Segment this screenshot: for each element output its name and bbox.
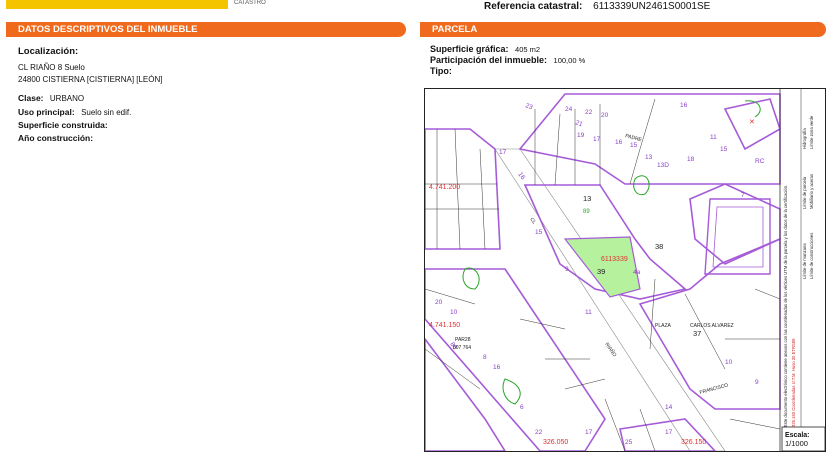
- coord-note: 326.150 Coordenadas U.T.M. Huso 30 ETRS8…: [791, 338, 796, 427]
- paraje-value: 007 764: [453, 345, 471, 351]
- street-riano: RIAÑO: [603, 341, 618, 358]
- svg-text:16: 16: [615, 139, 623, 146]
- parcela-panel: Superficie gráfica: 405 m2 Participación…: [430, 44, 820, 77]
- coord-y2: 4.741.150: [429, 322, 460, 329]
- map-svg: 23 24 22 20 21 19 17 16 15 13 13D 18 16 …: [425, 89, 825, 451]
- svg-text:11: 11: [585, 309, 592, 316]
- svg-text:15: 15: [630, 142, 638, 149]
- scale-label: Escala:: [785, 432, 810, 439]
- svg-text:19: 19: [577, 132, 585, 139]
- datos-descriptivos-panel: Localización: CL RIAÑO 8 Suelo 24800 CIS…: [18, 46, 408, 144]
- svg-text:17: 17: [665, 429, 673, 436]
- svg-text:21: 21: [574, 119, 584, 128]
- svg-text:14: 14: [665, 404, 673, 411]
- address-line-2: 24800 CISTIERNA [CISTIERNA] [LEÓN]: [18, 75, 163, 84]
- svg-text:16: 16: [493, 364, 501, 371]
- uso-label: Uso principal:: [18, 106, 75, 117]
- superficie-row: Superficie construida:: [18, 119, 408, 132]
- svg-text:13: 13: [645, 154, 653, 161]
- svg-text:10: 10: [450, 309, 458, 316]
- participacion-value: 100,00 %: [553, 56, 586, 65]
- svg-text:17: 17: [585, 429, 593, 436]
- block-13-sub: 89: [583, 209, 590, 215]
- svg-text:4a: 4a: [633, 269, 641, 276]
- block-38: 38: [655, 242, 663, 251]
- block-37: 37: [693, 329, 701, 338]
- paraje-label: PAR28: [455, 337, 471, 343]
- reference-label: Referencia catastral:: [484, 1, 583, 12]
- svg-text:✕: ✕: [749, 119, 755, 126]
- coord-x2: 326.150: [681, 439, 706, 446]
- parcel-number: 39: [597, 267, 605, 276]
- uso-value: Suelo sin edif.: [81, 107, 132, 117]
- svg-text:10: 10: [725, 359, 733, 366]
- svg-text:17: 17: [593, 136, 601, 143]
- coord-x1: 326.050: [543, 439, 568, 446]
- superficie-grafica-row: Superficie gráfica: 405 m2: [430, 44, 820, 55]
- superficie-grafica-value: 405 m2: [515, 45, 541, 54]
- svg-text:15: 15: [535, 229, 543, 236]
- map-legend: Este documento electrónico contiene anex…: [783, 115, 814, 427]
- plaza-label: PLAZA: [655, 323, 672, 329]
- participacion-row: Participación del inmueble: 100,00 %: [430, 55, 820, 66]
- reference-value: 6113339UN2461S0001SE: [593, 1, 711, 12]
- legend-1: Límite de manzana: [802, 243, 807, 279]
- tipo-row: Tipo:: [430, 66, 820, 77]
- svg-text:6: 6: [520, 404, 524, 411]
- street-francisco: FRANCISCO: [699, 382, 729, 395]
- uso-row: Uso principal: Suelo sin edif.: [18, 106, 408, 120]
- parcel-ref: 6113339: [601, 256, 628, 263]
- location-label: Localización:: [18, 46, 79, 57]
- plaza-name: CARLOS ALVAREZ: [690, 323, 734, 329]
- svg-text:25: 25: [625, 439, 633, 446]
- svg-text:22: 22: [585, 109, 593, 116]
- svg-text:15: 15: [720, 146, 728, 153]
- svg-text:7: 7: [741, 192, 745, 199]
- svg-text:23: 23: [524, 102, 534, 111]
- participacion-label: Participación del inmueble:: [430, 55, 548, 65]
- reference-catastral: Referencia catastral: 6113339UN2461S0001…: [484, 1, 710, 12]
- svg-text:20: 20: [435, 299, 443, 306]
- svg-text:9: 9: [755, 379, 759, 386]
- svg-text:11: 11: [710, 134, 717, 141]
- cadastral-map: 23 24 22 20 21 19 17 16 15 13 13D 18 16 …: [424, 88, 826, 452]
- clase-row: Clase: URBANO: [18, 92, 408, 106]
- svg-text:16: 16: [680, 102, 688, 109]
- tipo-label: Tipo:: [430, 66, 452, 76]
- legend-3: Hidrografía: [802, 128, 807, 149]
- legend-6: Límite zona verde: [809, 115, 814, 149]
- superficie-label: Superficie construida:: [18, 120, 108, 130]
- coord-y1: 4.741.200: [429, 184, 460, 191]
- legend-4: Límite de construcciones: [809, 233, 814, 279]
- svg-text:RC: RC: [755, 158, 765, 165]
- doc-note: Este documento electrónico contiene anex…: [783, 185, 788, 427]
- svg-text:8: 8: [483, 354, 487, 361]
- logo-bar: [6, 0, 228, 9]
- legend-5: Mobiliario y aceras: [809, 174, 814, 209]
- clase-value: URBANO: [49, 94, 85, 103]
- svg-text:22: 22: [535, 429, 543, 436]
- legend-2: Límite de parcela: [802, 176, 807, 209]
- svg-text:18: 18: [687, 156, 695, 163]
- scale-value: 1/1000: [785, 439, 808, 448]
- svg-text:24: 24: [565, 106, 573, 113]
- street-cl: CL: [528, 217, 537, 226]
- anio-label: Año construcción:: [18, 132, 94, 143]
- anio-row: Año construcción:: [18, 132, 408, 145]
- svg-text:13D: 13D: [657, 162, 669, 169]
- section-header-parcela: PARCELA: [420, 22, 826, 37]
- superficie-grafica-label: Superficie gráfica:: [430, 44, 509, 54]
- svg-text:17: 17: [499, 149, 507, 156]
- address-line-1: CL RIAÑO 8 Suelo: [18, 63, 85, 72]
- clase-label: Clase:: [18, 93, 44, 103]
- svg-text:20: 20: [601, 112, 609, 119]
- section-header-datos: DATOS DESCRIPTIVOS DEL INMUEBLE: [6, 22, 406, 37]
- logo-caption: CATASTRO: [234, 0, 266, 6]
- svg-text:9: 9: [565, 266, 569, 273]
- block-13: 13: [583, 194, 591, 203]
